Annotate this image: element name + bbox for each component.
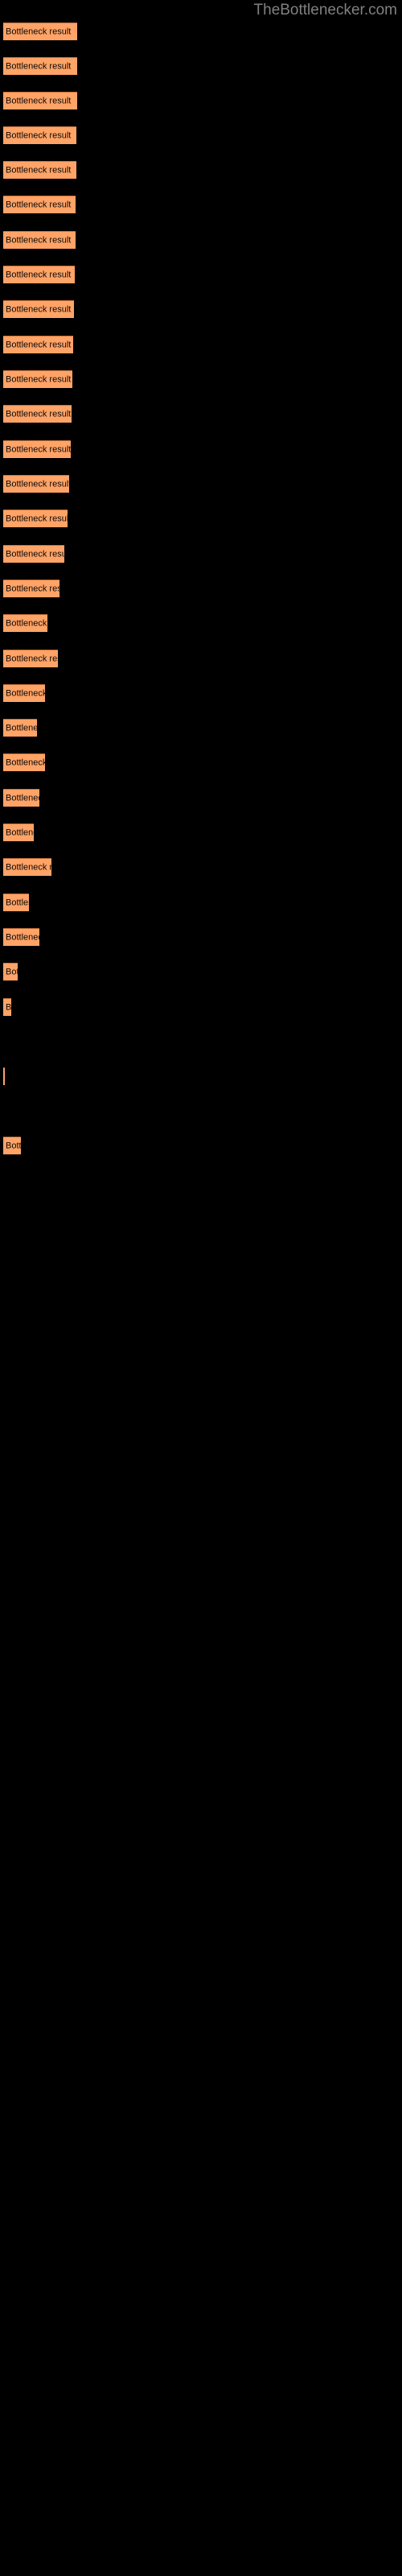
bar: Bottleneck result xyxy=(3,719,37,737)
bar-label: Bottleneck result xyxy=(6,96,72,105)
bar-row: Bottleneck result xyxy=(0,753,402,771)
bar-label: Bottleneck result xyxy=(6,374,72,384)
bar: Bottleneck result xyxy=(3,510,68,527)
bar: Bottleneck result xyxy=(3,753,45,771)
bar-label: Bottleneck result xyxy=(6,793,39,803)
bar: Bottleneck result xyxy=(3,928,39,946)
bar: Bottleneck result xyxy=(3,789,39,807)
bar-label: Bottleneck result xyxy=(6,200,72,209)
bar-label: Bottleneck result xyxy=(6,723,37,733)
bar-label: Bottleneck result xyxy=(6,862,51,872)
bar: Bottleneck result xyxy=(3,23,77,40)
bar-row: Bottleneck result xyxy=(0,57,402,75)
bar-label: Bottleneck result xyxy=(6,967,18,976)
bar: Bottleneck result xyxy=(3,126,76,144)
bar-row: Bottleneck result xyxy=(0,23,402,40)
bar-row: Bottleneck result xyxy=(0,300,402,318)
bar-row: Bottleneck result xyxy=(0,1067,402,1085)
bar-row: Bottleneck result xyxy=(0,336,402,353)
bar: Bottleneck result xyxy=(3,370,72,388)
bar-label: Bottleneck result xyxy=(6,898,29,907)
bar-row: Bottleneck result xyxy=(0,475,402,493)
bar-row: Bottleneck result xyxy=(0,510,402,527)
bar-row: Bottleneck result xyxy=(0,405,402,423)
bar: Bottleneck result xyxy=(3,266,75,283)
bar-label: Bottleneck result xyxy=(6,514,68,523)
bar-row: Bottleneck result xyxy=(0,650,402,667)
bar-row: Bottleneck result xyxy=(0,440,402,458)
bar-row: Bottleneck result xyxy=(0,894,402,911)
bar: Bottleneck result xyxy=(3,300,74,318)
bar-label: Bottleneck result xyxy=(6,409,72,419)
bar-label: Bottleneck result xyxy=(6,618,47,628)
bar-row: Bottleneck result xyxy=(0,161,402,179)
bar: Bottleneck result xyxy=(3,650,58,667)
bar-label: Bottleneck result xyxy=(6,165,72,175)
bar-label: Bottleneck result xyxy=(6,1002,11,1012)
bar: Bottleneck result xyxy=(3,894,29,911)
bar-row: Bottleneck result xyxy=(0,545,402,563)
bar-label: Bottleneck result xyxy=(6,932,39,942)
bar-row: Bottleneck result xyxy=(0,719,402,737)
bottleneck-chart: TheBottlenecker.com Bottleneck result Bot… xyxy=(0,0,402,2576)
bar-row: Bottleneck result xyxy=(0,998,402,1016)
bar-row: Bottleneck result xyxy=(0,266,402,283)
bar-row: Bottleneck result xyxy=(0,231,402,249)
bar-row: Bottleneck result xyxy=(0,196,402,213)
bar-label: Bottleneck result xyxy=(6,130,72,140)
bar: Bottleneck result xyxy=(3,475,69,493)
bar: Bottleneck result xyxy=(3,231,76,249)
bar-row: Bottleneck result xyxy=(0,684,402,702)
bar-label: Bottleneck result xyxy=(6,444,71,454)
bar-row: Bottleneck result xyxy=(0,928,402,946)
bar: Bottleneck result xyxy=(3,824,34,841)
bar-label: Bottleneck result xyxy=(6,270,72,279)
bar-label: Bottleneck result xyxy=(6,479,69,489)
bar-label: Bottleneck result xyxy=(6,828,34,837)
bar: Bottleneck result xyxy=(3,196,76,213)
bar-label: Bottleneck result xyxy=(6,549,64,559)
bar-label: Bottleneck result xyxy=(6,1141,21,1150)
bar-row: Bottleneck result xyxy=(0,614,402,632)
bar-label: Bottleneck result xyxy=(6,688,45,698)
bar-row: Bottleneck result xyxy=(0,789,402,807)
bar: Bottleneck result xyxy=(3,998,11,1016)
bar: Bottleneck result xyxy=(3,161,76,179)
bar: Bottleneck result xyxy=(3,57,77,75)
bar-row: Bottleneck result xyxy=(0,824,402,841)
bar-row: Bottleneck result xyxy=(0,1137,402,1154)
bar-row: Bottleneck result xyxy=(0,858,402,876)
bar: Bottleneck result xyxy=(3,336,73,353)
bar-row: Bottleneck result xyxy=(0,963,402,980)
bar: Bottleneck result xyxy=(3,1067,5,1085)
bar-label: Bottleneck result xyxy=(6,61,72,71)
bar: Bottleneck result xyxy=(3,684,45,702)
bar: Bottleneck result xyxy=(3,92,77,109)
bar-label: Bottleneck result xyxy=(6,758,45,767)
bar-label: Bottleneck result xyxy=(6,304,72,314)
bar: Bottleneck result xyxy=(3,440,71,458)
bar-label: Bottleneck result xyxy=(6,235,72,245)
bar-label: Bottleneck result xyxy=(6,654,58,663)
bar: Bottleneck result xyxy=(3,858,51,876)
bar-label: Bottleneck result xyxy=(6,27,72,36)
bar: Bottleneck result xyxy=(3,545,64,563)
bar-label: Bottleneck result xyxy=(6,340,72,349)
bar: Bottleneck result xyxy=(3,580,59,597)
bar: Bottleneck result xyxy=(3,1137,21,1154)
bar-row: Bottleneck result xyxy=(0,370,402,388)
plot-area: Bottleneck result Bottleneck result Bottle… xyxy=(0,0,402,2576)
bar: Bottleneck result xyxy=(3,963,18,980)
bar: Bottleneck result xyxy=(3,405,72,423)
bar-row: Bottleneck result xyxy=(0,92,402,109)
bar: Bottleneck result xyxy=(3,614,47,632)
bar-row: Bottleneck result xyxy=(0,126,402,144)
bar-row: Bottleneck result xyxy=(0,580,402,597)
bar-label: Bottleneck result xyxy=(6,584,59,593)
